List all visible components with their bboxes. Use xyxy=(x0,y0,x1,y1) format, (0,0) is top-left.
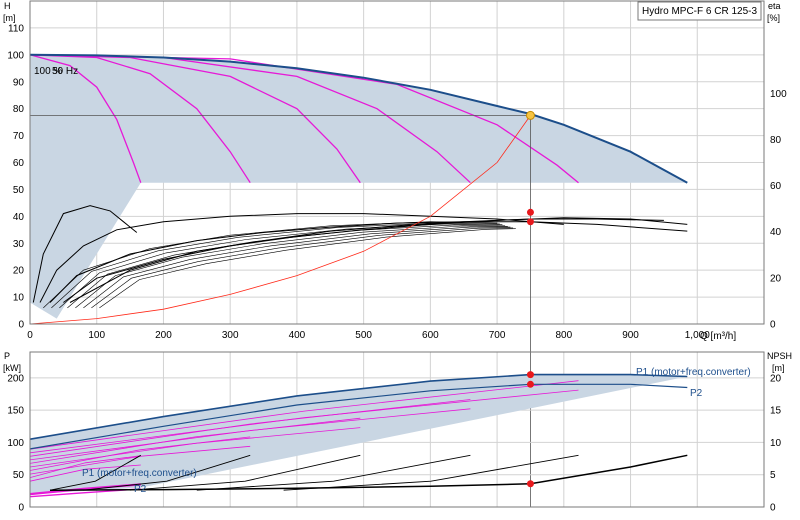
top-y-tick-11: 110 xyxy=(8,23,24,34)
x-tick-2: 200 xyxy=(155,330,172,341)
top-left-axis-label-h: H xyxy=(4,1,11,11)
series-label-p2-top: P2 xyxy=(690,388,703,399)
npsh-marker xyxy=(526,480,534,488)
x-tick-7: 700 xyxy=(489,330,506,341)
top-y-tick-0: 0 xyxy=(18,320,24,331)
top-y-tick-4: 40 xyxy=(13,212,25,223)
efficiency-curve-fine-0 xyxy=(43,221,498,309)
series-label-p2-bottom: P2 xyxy=(134,484,147,495)
bottom-npsh-tick-0: 0 xyxy=(770,503,776,514)
bottom-npsh-tick-3: 15 xyxy=(770,406,782,417)
bottom-y-tick-2: 100 xyxy=(7,438,24,449)
top-eta-tick-3: 60 xyxy=(770,181,782,192)
bottom-npsh-tick-4: 20 xyxy=(770,373,782,384)
top-eta-tick-1: 20 xyxy=(770,273,782,284)
npsh-reduced-curve-4 xyxy=(283,454,579,491)
pump-curve-svg: 0 100 200 300 400 500 600 700 800 900 1,0000102030… xyxy=(3,0,792,514)
top-eta-tick-2: 40 xyxy=(770,227,782,238)
x-tick-5: 500 xyxy=(355,330,372,341)
series-label-p1-top: P1 (motor+freq.converter) xyxy=(636,367,751,378)
bottom-y-tick-3: 150 xyxy=(7,406,24,417)
pump-curve-chart: 0 100 200 300 400 500 600 700 800 900 1,000 0 10 20 30… xyxy=(0,0,800,520)
x-tick-3: 300 xyxy=(222,330,239,341)
top-operating-area xyxy=(30,54,688,319)
annotation-50-hz: 50 Hz xyxy=(52,66,78,77)
top-eta-tick-4: 80 xyxy=(770,135,782,146)
x-axis-label: Q [m³/h] xyxy=(700,331,736,342)
top-right-axis-label-eta: eta xyxy=(768,1,781,11)
efficiency-curve-fine-1 xyxy=(51,222,500,309)
efficiency-curve-fine-2 xyxy=(59,223,503,309)
efficiency-curve-fine-7 xyxy=(99,228,516,309)
duty-point-marker xyxy=(525,110,535,120)
x-tick-9: 900 xyxy=(622,330,639,341)
top-right-axis-label-unit: [%] xyxy=(767,13,780,23)
bottom-npsh-tick-2: 10 xyxy=(770,438,782,449)
power-marker-0 xyxy=(526,371,534,379)
top-left-axis-label-unit: [m] xyxy=(3,13,16,23)
top-y-tick-5: 50 xyxy=(13,185,25,196)
bottom-left-axis-label-p: P xyxy=(4,351,10,361)
bottom-y-tick-4: 200 xyxy=(7,373,24,384)
bottom-y-tick-0: 0 xyxy=(18,503,24,514)
bottom-right-axis-label-unit: [m] xyxy=(772,363,785,373)
series-label-p1-bottom: P1 (motor+freq.converter) xyxy=(82,468,197,479)
top-y-tick-7: 70 xyxy=(13,131,25,142)
top-y-tick-6: 60 xyxy=(13,158,25,169)
chart-title: Hydro MPC-F 6 CR 125-3 xyxy=(642,6,757,17)
top-y-tick-10: 100 xyxy=(7,50,24,61)
top-y-tick-9: 90 xyxy=(13,77,25,88)
eta-marker-1 xyxy=(526,218,534,226)
x-tick-6: 600 xyxy=(422,330,439,341)
power-marker-1 xyxy=(526,380,534,388)
x-tick-4: 400 xyxy=(289,330,306,341)
top-eta-tick-0: 0 xyxy=(770,320,776,331)
bottom-npsh-tick-1: 5 xyxy=(770,470,776,481)
top-eta-tick-5: 100 xyxy=(770,89,787,100)
x-tick-0: 0 xyxy=(27,330,33,341)
bottom-left-axis-label-unit: [kW] xyxy=(3,363,21,373)
bottom-y-tick-1: 50 xyxy=(13,470,25,481)
bottom-right-axis-label-npsh: NPSH xyxy=(767,351,792,361)
x-tick-1: 100 xyxy=(88,330,105,341)
eta-marker-0 xyxy=(526,208,534,216)
top-y-tick-3: 30 xyxy=(13,239,25,250)
x-tick-8: 800 xyxy=(555,330,572,341)
efficiency-curve-fine-6 xyxy=(91,227,514,309)
operating-area-head xyxy=(30,54,688,319)
top-y-tick-8: 80 xyxy=(13,104,25,115)
top-y-tick-2: 20 xyxy=(13,266,25,277)
top-y-tick-1: 10 xyxy=(13,293,25,304)
